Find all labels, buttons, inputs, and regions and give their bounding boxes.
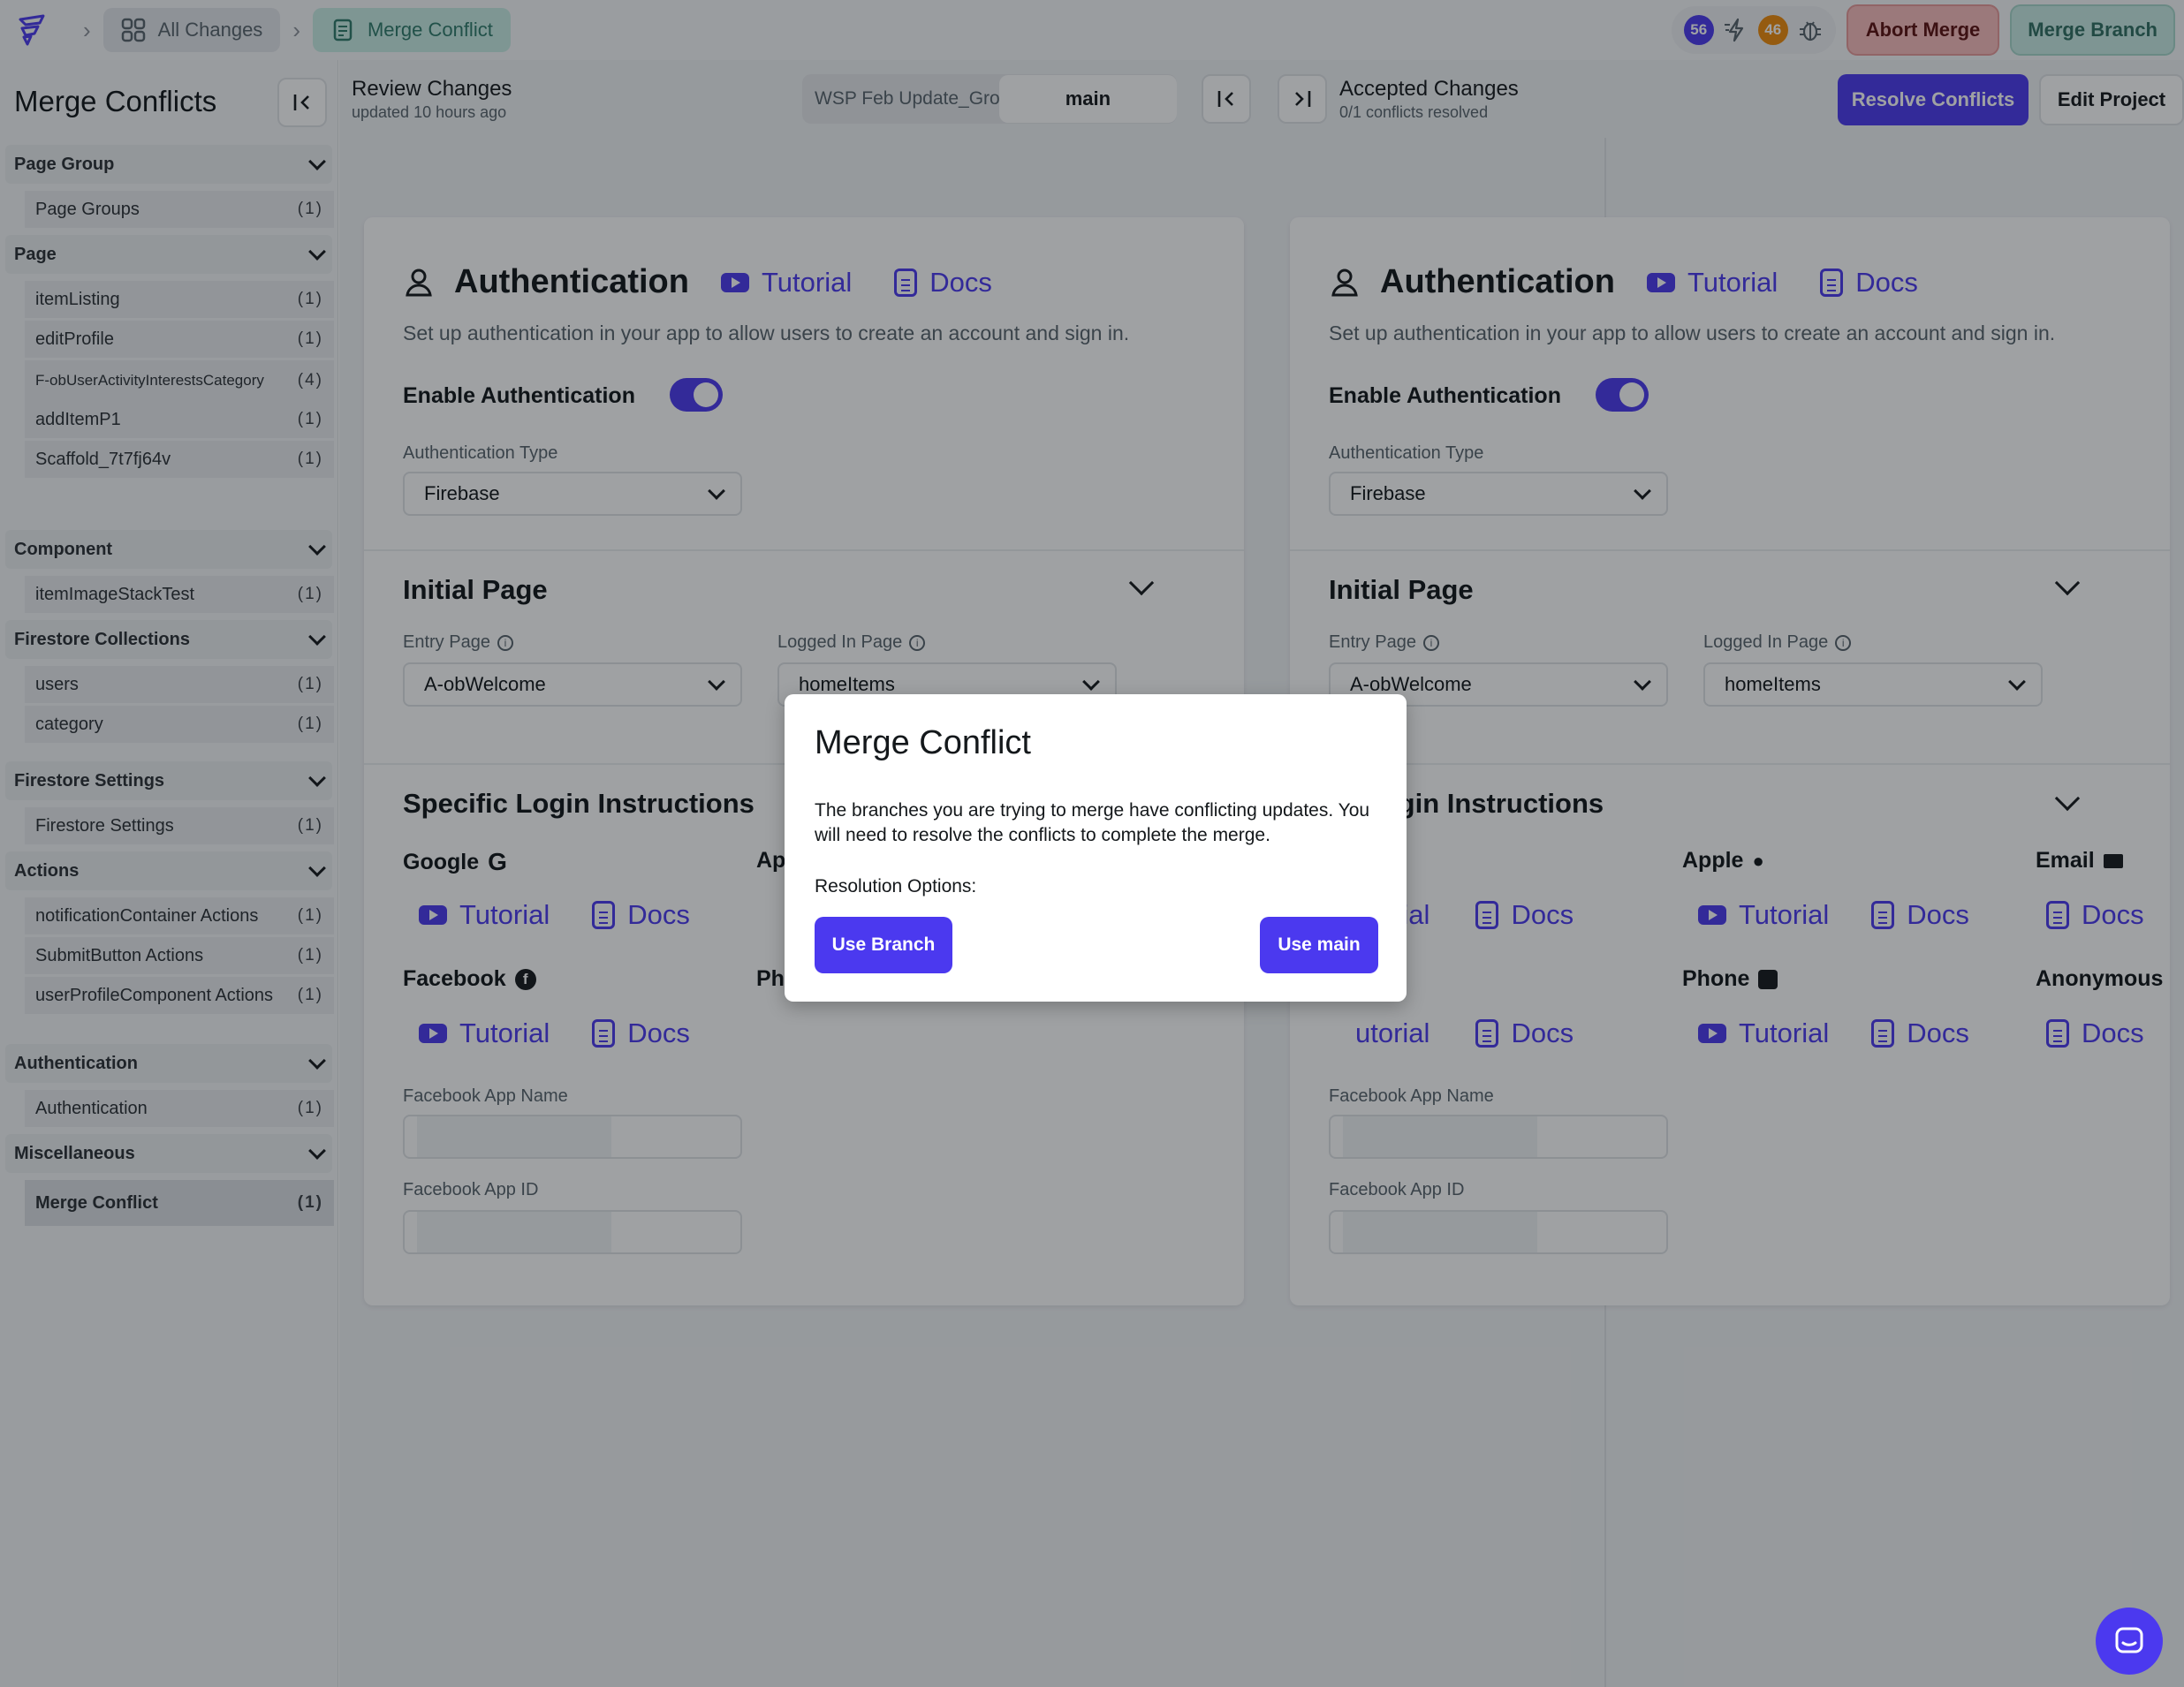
merge-conflict-dialog: Merge Conflict The branches you are tryi…: [785, 694, 1407, 1002]
use-main-button[interactable]: Use main: [1260, 917, 1378, 973]
chat-support-button[interactable]: [2096, 1608, 2163, 1675]
chat-icon: [2115, 1627, 2143, 1653]
use-branch-button[interactable]: Use Branch: [815, 917, 952, 973]
dialog-title: Merge Conflict: [815, 724, 1031, 761]
dialog-body: The branches you are trying to merge hav…: [815, 800, 1370, 845]
resolution-options-label: Resolution Options:: [815, 876, 977, 896]
